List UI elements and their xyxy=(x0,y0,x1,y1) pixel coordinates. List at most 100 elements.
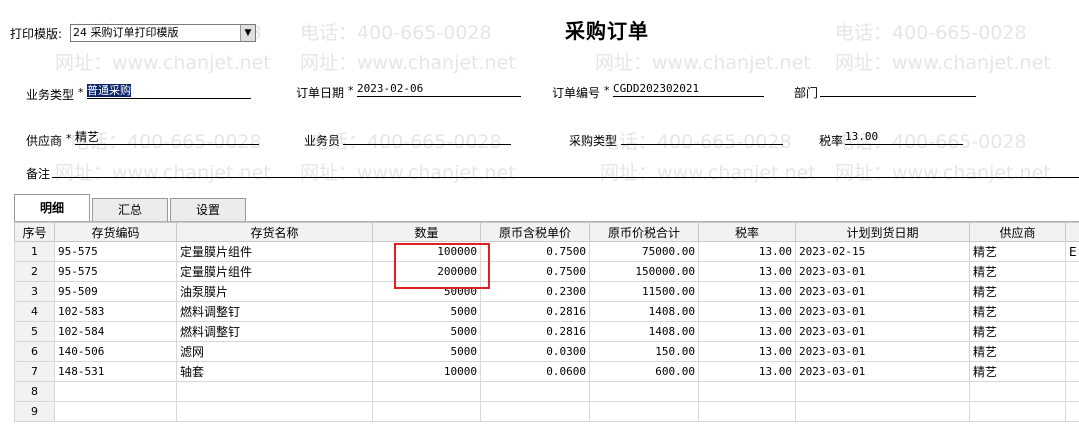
tax-rate-cell[interactable]: 13.00 xyxy=(698,241,796,262)
quantity-cell[interactable] xyxy=(372,401,481,422)
tax-rate-cell[interactable]: 13.00 xyxy=(698,321,796,342)
unit-price-cell[interactable] xyxy=(480,401,590,422)
extra-cell[interactable] xyxy=(1065,381,1079,402)
business-type-field[interactable]: 普通采购 xyxy=(87,84,251,99)
table-row[interactable]: 4 102-583 燃料调整钉 5000 0.2816 1408.00 13.00 2023-… xyxy=(14,301,1079,322)
item-code-cell[interactable]: 95-509 xyxy=(54,281,177,302)
extra-cell[interactable]: E xyxy=(1065,241,1079,262)
tab-detail[interactable]: 明细 xyxy=(14,194,90,222)
extra-cell[interactable] xyxy=(1065,301,1079,322)
total-amount-cell[interactable]: 150000.00 xyxy=(589,261,699,282)
supplier-field[interactable]: 精艺 xyxy=(75,130,259,145)
unit-price-cell[interactable]: 0.0600 xyxy=(480,361,590,382)
supplier-cell[interactable]: 精艺 xyxy=(969,361,1066,382)
total-amount-cell[interactable]: 150.00 xyxy=(589,341,699,362)
column-header[interactable]: 原币价税合计 xyxy=(589,222,699,242)
unit-price-cell[interactable]: 0.2300 xyxy=(480,281,590,302)
item-code-cell[interactable] xyxy=(54,401,177,422)
tax-rate-cell[interactable]: 13.00 xyxy=(698,281,796,302)
table-row[interactable]: 6 140-506 滤网 5000 0.0300 150.00 13.00 2023-03-0… xyxy=(14,341,1079,362)
item-name-cell[interactable]: 轴套 xyxy=(176,361,373,382)
quantity-cell[interactable]: 5000 xyxy=(372,321,481,342)
planned-date-cell[interactable]: 2023-03-01 xyxy=(795,301,970,322)
column-header[interactable]: 税率 xyxy=(698,222,796,242)
quantity-cell[interactable] xyxy=(372,381,481,402)
supplier-cell[interactable]: 精艺 xyxy=(969,341,1066,362)
table-row[interactable]: 1 95-575 定量膜片组件 100000 0.7500 75000.00 13.00 20… xyxy=(14,241,1079,262)
column-header[interactable]: 存货名称 xyxy=(176,222,373,242)
item-code-cell[interactable]: 102-583 xyxy=(54,301,177,322)
total-amount-cell[interactable]: 75000.00 xyxy=(589,241,699,262)
planned-date-cell[interactable]: 2023-02-15 xyxy=(795,241,970,262)
planned-date-cell[interactable] xyxy=(795,381,970,402)
extra-cell[interactable] xyxy=(1065,401,1079,422)
salesman-field[interactable] xyxy=(343,130,511,145)
planned-date-cell[interactable]: 2023-03-01 xyxy=(795,341,970,362)
tax-rate-cell[interactable]: 13.00 xyxy=(698,301,796,322)
table-row[interactable]: 2 95-575 定量膜片组件 200000 0.7500 150000.00 13.00 2… xyxy=(14,261,1079,282)
chevron-down-icon[interactable]: ▼ xyxy=(240,25,255,41)
unit-price-cell[interactable] xyxy=(480,381,590,402)
planned-date-cell[interactable]: 2023-03-01 xyxy=(795,361,970,382)
item-code-cell[interactable]: 95-575 xyxy=(54,261,177,282)
supplier-cell[interactable] xyxy=(969,401,1066,422)
table-row[interactable]: 7 148-531 轴套 10000 0.0600 600.00 13.00 2023-03-… xyxy=(14,361,1079,382)
item-code-cell[interactable]: 102-584 xyxy=(54,321,177,342)
column-header-extra[interactable] xyxy=(1065,222,1079,242)
purchase-type-field[interactable] xyxy=(621,130,783,145)
tax-rate-field[interactable]: 13.00 xyxy=(845,130,963,145)
quantity-cell[interactable]: 5000 xyxy=(372,301,481,322)
department-field[interactable] xyxy=(820,82,976,97)
table-row[interactable]: 9 xyxy=(14,401,1079,422)
tax-rate-cell[interactable] xyxy=(698,381,796,402)
supplier-cell[interactable]: 精艺 xyxy=(969,301,1066,322)
table-row[interactable]: 8 xyxy=(14,381,1079,402)
extra-cell[interactable] xyxy=(1065,261,1079,282)
extra-cell[interactable] xyxy=(1065,321,1079,342)
supplier-cell[interactable]: 精艺 xyxy=(969,281,1066,302)
item-name-cell[interactable]: 定量膜片组件 xyxy=(176,261,373,282)
column-header[interactable]: 存货编码 xyxy=(54,222,177,242)
order-date-field[interactable]: 2023-02-06 xyxy=(357,82,521,97)
tax-rate-cell[interactable] xyxy=(698,401,796,422)
item-name-cell[interactable] xyxy=(176,401,373,422)
column-header[interactable]: 计划到货日期 xyxy=(795,222,970,242)
column-header[interactable]: 序号 xyxy=(14,222,55,242)
item-name-cell[interactable]: 滤网 xyxy=(176,341,373,362)
total-amount-cell[interactable]: 600.00 xyxy=(589,361,699,382)
print-template-select[interactable]: 24 采购订单打印模版 ▼ xyxy=(70,24,256,42)
extra-cell[interactable] xyxy=(1065,361,1079,382)
total-amount-cell[interactable] xyxy=(589,401,699,422)
item-name-cell[interactable]: 燃料调整钉 xyxy=(176,301,373,322)
column-header[interactable]: 供应商 xyxy=(969,222,1066,242)
supplier-cell[interactable]: 精艺 xyxy=(969,241,1066,262)
planned-date-cell[interactable]: 2023-03-01 xyxy=(795,261,970,282)
table-row[interactable]: 5 102-584 燃料调整钉 5000 0.2816 1408.00 13.00 2023-… xyxy=(14,321,1079,342)
order-no-field[interactable]: CGDD202302021 xyxy=(613,82,764,97)
unit-price-cell[interactable]: 0.2816 xyxy=(480,301,590,322)
quantity-cell[interactable]: 10000 xyxy=(372,361,481,382)
table-row[interactable]: 3 95-509 油泵膜片 50000 0.2300 11500.00 13.00 2023-… xyxy=(14,281,1079,302)
unit-price-cell[interactable]: 0.0300 xyxy=(480,341,590,362)
planned-date-cell[interactable] xyxy=(795,401,970,422)
supplier-cell[interactable]: 精艺 xyxy=(969,321,1066,342)
total-amount-cell[interactable] xyxy=(589,381,699,402)
item-code-cell[interactable]: 148-531 xyxy=(54,361,177,382)
unit-price-cell[interactable]: 0.7500 xyxy=(480,261,590,282)
total-amount-cell[interactable]: 1408.00 xyxy=(589,301,699,322)
item-name-cell[interactable]: 燃料调整钉 xyxy=(176,321,373,342)
total-amount-cell[interactable]: 11500.00 xyxy=(589,281,699,302)
tax-rate-cell[interactable]: 13.00 xyxy=(698,341,796,362)
unit-price-cell[interactable]: 0.2816 xyxy=(480,321,590,342)
tab-settings[interactable]: 设置 xyxy=(170,198,246,221)
supplier-cell[interactable] xyxy=(969,381,1066,402)
item-code-cell[interactable] xyxy=(54,381,177,402)
tax-rate-cell[interactable]: 13.00 xyxy=(698,261,796,282)
tax-rate-cell[interactable]: 13.00 xyxy=(698,361,796,382)
item-code-cell[interactable]: 95-575 xyxy=(54,241,177,262)
planned-date-cell[interactable]: 2023-03-01 xyxy=(795,321,970,342)
planned-date-cell[interactable]: 2023-03-01 xyxy=(795,281,970,302)
item-name-cell[interactable]: 油泵膜片 xyxy=(176,281,373,302)
extra-cell[interactable] xyxy=(1065,281,1079,302)
item-code-cell[interactable]: 140-506 xyxy=(54,341,177,362)
